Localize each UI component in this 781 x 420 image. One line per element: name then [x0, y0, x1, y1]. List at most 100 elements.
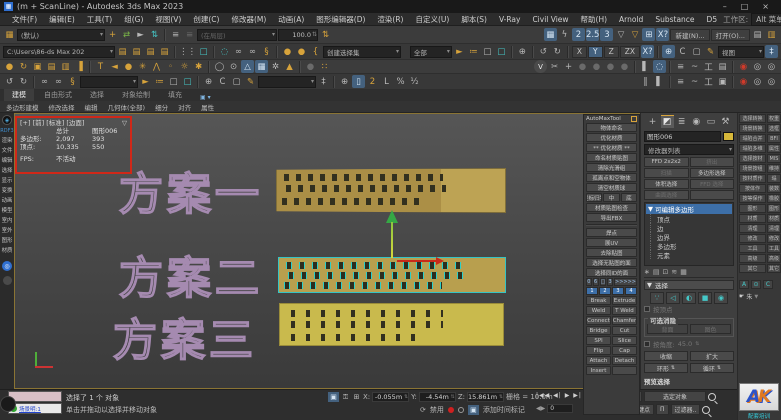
autotool-button[interactable]: 坐标归零: [586, 193, 603, 202]
rotate-icon[interactable]: C: [676, 45, 689, 58]
snap-grid-icon[interactable]: ▦: [543, 28, 557, 41]
plugin-orb-icon[interactable]: ◎: [2, 261, 12, 271]
move3-icon[interactable]: ⊕: [202, 75, 215, 88]
right-strip-button[interactable]: 清理: [767, 224, 781, 233]
key-icon[interactable]: Π: [656, 404, 669, 415]
building-model-2-selected[interactable]: [278, 257, 506, 293]
autotool-button[interactable]: Bridge: [586, 326, 611, 335]
pen2-icon[interactable]: ✎: [244, 75, 257, 88]
ribbon-panel-label[interactable]: 编辑: [85, 102, 98, 112]
modifier-preset-button[interactable]: 挤出: [689, 157, 734, 167]
isolate-toggle-icon[interactable]: ▣: [328, 392, 339, 402]
bind2-icon[interactable]: §: [66, 75, 79, 88]
globe-icon[interactable]: ◯: [213, 60, 226, 73]
ring-button[interactable]: 环形 ⇅: [644, 363, 688, 373]
toolbar-item[interactable]: [213, 45, 215, 58]
autotool-button[interactable]: Connect: [586, 316, 611, 325]
plus-icon[interactable]: +: [562, 60, 575, 73]
mirror-icon[interactable]: ▌: [639, 60, 652, 73]
select-by-name-icon[interactable]: ≔: [467, 45, 480, 58]
right-strip-button[interactable]: 高级: [767, 254, 781, 263]
menu-item[interactable]: 编辑(E): [43, 14, 81, 25]
unlink-icon[interactable]: ∞: [246, 45, 259, 58]
curve-editor-icon[interactable]: ~: [688, 60, 701, 73]
autotool-button[interactable]: 清除光滑组: [586, 163, 637, 172]
modifier-preset-button[interactable]: 曲面选择: [644, 190, 689, 200]
menu-item[interactable]: D5: [701, 15, 724, 24]
snap-25d-icon[interactable]: 2.5: [585, 28, 600, 41]
right-strip-button[interactable]: 塌: [767, 174, 781, 183]
percent-spinner[interactable]: 100.0: [278, 28, 318, 41]
ring4-icon[interactable]: ◎: [765, 75, 778, 88]
angle-icon[interactable]: L: [380, 75, 393, 88]
toolbar-item[interactable]: [566, 45, 569, 58]
stack-expand-icon[interactable]: ▼: [648, 205, 653, 213]
pin2-icon[interactable]: ‡: [317, 75, 330, 88]
menu-item[interactable]: Arnold: [613, 15, 649, 24]
menu-item[interactable]: 脚本(S): [455, 14, 493, 25]
modifier-preset-button[interactable]: 多边形选择: [689, 168, 734, 178]
autotool-button[interactable]: 选择无贴图的面: [586, 258, 637, 267]
sun-icon[interactable]: ☼: [178, 60, 191, 73]
add-time-tag[interactable]: 添加时间标记: [483, 405, 525, 415]
unique-icon[interactable]: ≋: [671, 268, 677, 276]
axis-y-button[interactable]: Y: [587, 45, 603, 58]
toolbar-item[interactable]: [657, 45, 659, 58]
save-icon[interactable]: ▤: [751, 28, 764, 41]
disable-label[interactable]: 禁用: [430, 405, 444, 415]
gray-sphere-icon[interactable]: ●: [304, 60, 317, 73]
right-strip-button[interactable]: 选框: [767, 124, 781, 133]
pin-icon[interactable]: ‡: [765, 45, 778, 58]
toolbar-item[interactable]: [510, 45, 513, 58]
right-strip-button[interactable]: 权重: [767, 114, 781, 123]
save-plus-icon[interactable]: ▥: [765, 28, 778, 41]
toolbar-item[interactable]: [634, 60, 636, 73]
left-bar-item[interactable]: 室内: [2, 217, 13, 223]
toolbar-item[interactable]: [669, 60, 671, 73]
toolbar-item[interactable]: [174, 45, 176, 58]
teapot2-icon[interactable]: ●: [295, 45, 308, 58]
teapot-icon[interactable]: ●: [281, 45, 294, 58]
modifier-preset-button[interactable]: 扫描: [644, 168, 689, 178]
selection-set-combo[interactable]: 创建选择集: [323, 45, 401, 58]
ribbon-tab[interactable]: 对象绘制: [114, 89, 158, 101]
modifier-preset-button[interactable]: FFD 2x2x2: [644, 157, 689, 167]
sphere-icon[interactable]: ●: [122, 60, 135, 73]
autotool-button[interactable]: 展UV: [586, 238, 637, 247]
autotool-button[interactable]: Insert: [586, 366, 611, 375]
building-model-1[interactable]: [276, 168, 506, 213]
by-angle-checkbox[interactable]: [644, 341, 650, 347]
maxscript-listener-pink[interactable]: [8, 391, 62, 402]
autotool-button[interactable]: 材质贴图检查: [586, 203, 637, 212]
autotool-button[interactable]: 命名材质贴图: [586, 153, 637, 162]
align-icon[interactable]: ◌: [653, 60, 666, 73]
link2-icon[interactable]: ∞: [38, 75, 51, 88]
right-strip-button[interactable]: 其它: [767, 264, 781, 273]
toolbar-item[interactable]: [669, 75, 671, 88]
ring1-icon[interactable]: ◎: [751, 60, 764, 73]
undo-icon[interactable]: ↺: [537, 45, 550, 58]
autotool-mini-toggle[interactable]: >>>>>: [614, 278, 637, 286]
menu-item[interactable]: 动画(A): [272, 14, 310, 25]
autotool-button[interactable]: Detach: [612, 356, 637, 365]
edge-mode-icon[interactable]: ◁: [666, 292, 680, 304]
right-strip-button[interactable]: 选择转换: [739, 114, 766, 123]
autotool-collapse-icon[interactable]: [631, 116, 637, 122]
x-coordinate-field[interactable]: -0.055m: [372, 392, 410, 402]
dot2-icon[interactable]: ●: [590, 60, 603, 73]
record-icon[interactable]: ◉: [737, 60, 750, 73]
import-icon[interactable]: ▤: [116, 45, 129, 58]
modify-tab[interactable]: ◩: [660, 115, 674, 128]
snowflake-icon[interactable]: ✱: [192, 60, 205, 73]
listener-knob-icon[interactable]: [0, 396, 16, 412]
web-icon[interactable]: ✳: [136, 60, 149, 73]
brace-icon[interactable]: {: [309, 45, 322, 58]
stack-icon[interactable]: ≡: [169, 28, 182, 41]
open-button[interactable]: 打开(O)...: [710, 28, 750, 41]
scale-icon[interactable]: ▢: [690, 45, 703, 58]
rect-region-icon[interactable]: □: [481, 45, 494, 58]
menu-item[interactable]: Civil View: [526, 15, 574, 24]
camera-icon[interactable]: ▣: [31, 60, 44, 73]
modifier-stack[interactable]: ▼ 可编辑多边形 顶点边边界 多边形 元素: [644, 202, 734, 266]
right-strip-button[interactable]: 修改: [739, 234, 766, 243]
